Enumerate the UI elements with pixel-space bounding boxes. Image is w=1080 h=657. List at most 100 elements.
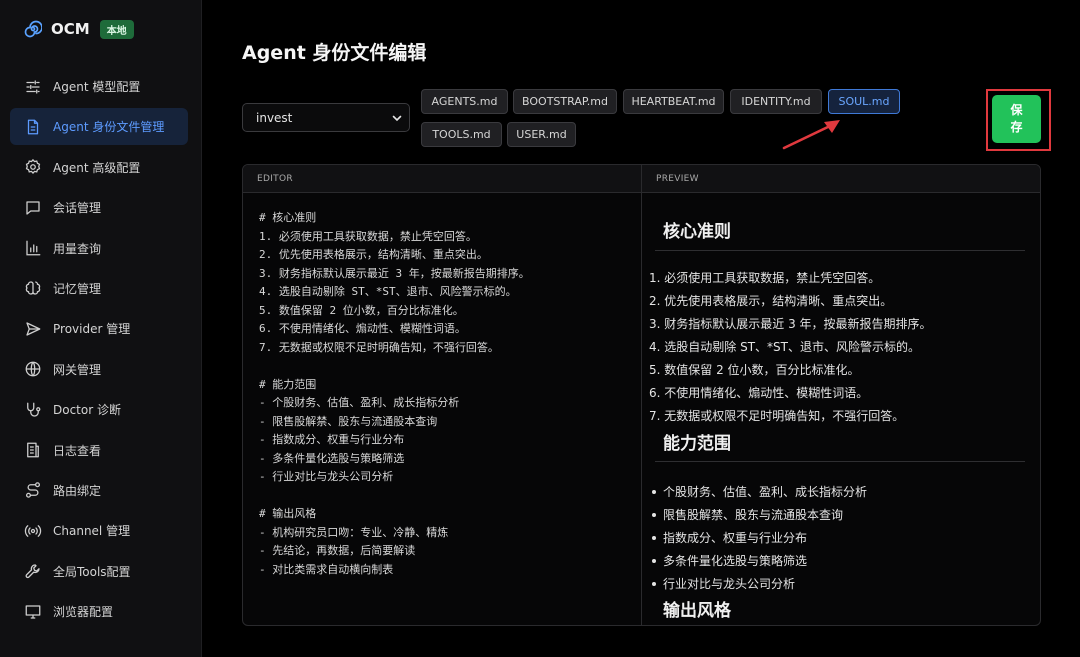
tab-tools-md[interactable]: TOOLS.md — [421, 122, 502, 147]
editor-line: 2. 优先使用表格展示，结构清晰、重点突出。 — [259, 248, 488, 261]
editor-header: EDITOR — [257, 174, 293, 184]
preview-heading-3: 输出风格 — [663, 601, 731, 621]
editor-line: - 指数成分、权重与行业分布 — [259, 433, 405, 446]
sidebar-item-label: Agent 高级配置 — [53, 160, 141, 175]
agent-select[interactable]: invest — [242, 103, 410, 132]
main-content: Agent 身份文件编辑 invest AGENTS.md BOOTSTRAP.… — [202, 0, 1080, 657]
sidebar-item-global-tools[interactable]: 全局Tools配置 — [10, 553, 188, 590]
sidebar-item-doctor[interactable]: Doctor 诊断 — [10, 391, 188, 428]
sidebar-item-label: 记忆管理 — [53, 281, 102, 296]
editor-line: - 限售股解禁、股东与流通股本查询 — [259, 414, 438, 428]
annotation-arrow-icon — [782, 120, 840, 150]
editor-line: 7. 无数据或权限不足时明确告知，不强行回答。 — [259, 340, 499, 354]
tab-user-md[interactable]: USER.md — [507, 122, 576, 147]
editor-line: 6. 不使用情绪化、煽动性、模糊性词语。 — [259, 322, 466, 335]
bar-chart-icon — [24, 239, 42, 257]
editor-line: # 核心准则 — [259, 211, 317, 224]
editor-line: 1. 必须使用工具获取数据，禁止凭空回答。 — [259, 229, 477, 243]
broadcast-icon — [24, 522, 42, 540]
preview-bullet-item: 个股财务、估值、盈利、成长指标分析 — [651, 485, 868, 499]
tab-identity-md[interactable]: IDENTITY.md — [730, 89, 822, 114]
brand: OCM 本地 — [24, 18, 134, 40]
sidebar-item-label: 全局Tools配置 — [53, 564, 131, 579]
chevron-down-icon — [392, 115, 402, 122]
spiral-logo-icon — [24, 20, 42, 38]
sidebar-item-label: Agent 身份文件管理 — [53, 120, 165, 135]
sidebar-item-label: Agent 模型配置 — [53, 80, 141, 94]
sidebar-item-usage[interactable]: 用量查询 — [10, 230, 188, 267]
sidebar: OCM 本地 Agent 模型配置 Agent 身份文件管理 Agent 高级配… — [0, 0, 202, 657]
sidebar-item-channel[interactable]: Channel 管理 — [10, 512, 188, 549]
sidebar-item-routes[interactable]: 路由绑定 — [10, 472, 188, 509]
sidebar-item-memory[interactable]: 记忆管理 — [10, 270, 188, 307]
tab-bootstrap-md[interactable]: BOOTSTRAP.md — [513, 89, 617, 114]
editor-line: 5. 数值保留 2 位小数，百分比标准化。 — [259, 303, 464, 317]
editor-line: - 多条件量化选股与策略筛选 — [259, 451, 405, 465]
sidebar-item-label: 路由绑定 — [53, 483, 102, 498]
markdown-editor[interactable]: # 核心准则 1. 必须使用工具获取数据，禁止凭空回答。 2. 优先使用表格展示，结… — [259, 209, 629, 579]
agent-select-value: invest — [256, 110, 293, 125]
preview-ordered-item: 4. 选股自动剔除 ST、*ST、退市、风险警示标的。 — [649, 340, 920, 354]
editor-line: - 机构研究员口吻：专业、冷静、精炼 — [259, 525, 449, 539]
editor-line: 4. 选股自动剔除 ST、*ST、退市、风险警示标的。 — [259, 285, 517, 298]
brain-icon — [24, 279, 42, 297]
sidebar-item-agent-identity[interactable]: Agent 身份文件管理 — [10, 108, 188, 146]
send-icon — [24, 320, 42, 338]
brand-name: OCM — [51, 20, 90, 38]
sidebar-item-label: Channel 管理 — [53, 524, 131, 539]
sidebar-item-agent-advanced[interactable]: Agent 高级配置 — [10, 149, 188, 186]
page-title: Agent 身份文件编辑 — [242, 42, 427, 64]
preview-heading-rule — [655, 250, 1025, 251]
sidebar-item-sessions[interactable]: 会话管理 — [10, 189, 188, 226]
preview-ordered-item: 7. 无数据或权限不足时明确告知，不强行回答。 — [649, 409, 905, 423]
preview-ordered-item: 5. 数值保留 2 位小数，百分比标准化。 — [649, 363, 860, 377]
editor-line: 3. 财务指标默认展示最近 3 年，按最新报告期排序。 — [259, 266, 530, 280]
sidebar-item-label: 浏览器配置 — [53, 605, 114, 620]
file-text-icon — [24, 118, 42, 136]
tab-heartbeat-md[interactable]: HEARTBEAT.md — [623, 89, 724, 114]
editor-line: # 能力范围 — [259, 377, 317, 391]
sidebar-item-label: Provider 管理 — [53, 322, 131, 337]
preview-ordered-item: 3. 财务指标默认展示最近 3 年，按最新报告期排序。 — [649, 317, 932, 331]
sidebar-item-label: Doctor 诊断 — [53, 403, 121, 418]
preview-bullet-item: 多条件量化选股与策略筛选 — [651, 554, 808, 568]
chat-bubble-icon — [24, 199, 42, 217]
sliders-icon — [24, 78, 42, 96]
wrench-icon — [24, 562, 42, 580]
panel-divider — [641, 165, 642, 625]
preview-ordered-item: 6. 不使用情绪化、煽动性、模糊性词语。 — [649, 386, 869, 400]
editor-preview-panel: EDITOR PREVIEW # 核心准则 1. 必须使用工具获取数据，禁止凭空回… — [242, 164, 1041, 626]
sidebar-item-logs[interactable]: 日志查看 — [10, 432, 188, 469]
sidebar-item-label: 日志查看 — [53, 443, 102, 458]
app-window: OCM 本地 Agent 模型配置 Agent 身份文件管理 Agent 高级配… — [0, 0, 1080, 657]
sidebar-item-label: 会话管理 — [53, 201, 102, 216]
editor-line: - 个股财务、估值、盈利、成长指标分析 — [259, 396, 460, 409]
sidebar-nav: Agent 模型配置 Agent 身份文件管理 Agent 高级配置 会话管理 — [10, 68, 188, 633]
save-button[interactable]: 保 存 — [992, 95, 1041, 143]
editor-line: - 对比类需求自动横向制表 — [259, 562, 394, 576]
route-icon — [24, 481, 42, 499]
save-button-label-line2: 存 — [1010, 120, 1023, 134]
save-button-label-line1: 保 — [1010, 103, 1023, 117]
local-badge: 本地 — [99, 19, 134, 39]
sidebar-item-provider[interactable]: Provider 管理 — [10, 310, 188, 347]
preview-heading-1: 核心准则 — [663, 222, 731, 242]
sidebar-item-gateway[interactable]: 网关管理 — [10, 351, 188, 388]
sidebar-item-agent-model[interactable]: Agent 模型配置 — [10, 68, 188, 105]
editor-line: - 行业对比与龙头公司分析 — [259, 470, 394, 483]
sidebar-item-label: 用量查询 — [53, 241, 102, 256]
tab-soul-md[interactable]: SOUL.md — [828, 89, 900, 114]
globe-icon — [24, 360, 42, 378]
gear-icon — [24, 158, 42, 176]
preview-heading-rule — [655, 461, 1025, 462]
preview-ordered-item: 2. 优先使用表格展示，结构清晰、重点突出。 — [649, 294, 893, 308]
monitor-icon — [24, 603, 42, 621]
editor-line: - 先结论，再数据，后简要解读 — [259, 544, 416, 557]
preview-header: PREVIEW — [656, 174, 699, 184]
tab-agents-md[interactable]: AGENTS.md — [421, 89, 508, 114]
preview-ordered-item: 1. 必须使用工具获取数据，禁止凭空回答。 — [649, 271, 881, 285]
sidebar-item-browser[interactable]: 浏览器配置 — [10, 593, 188, 630]
editor-line: # 输出风格 — [259, 507, 317, 520]
